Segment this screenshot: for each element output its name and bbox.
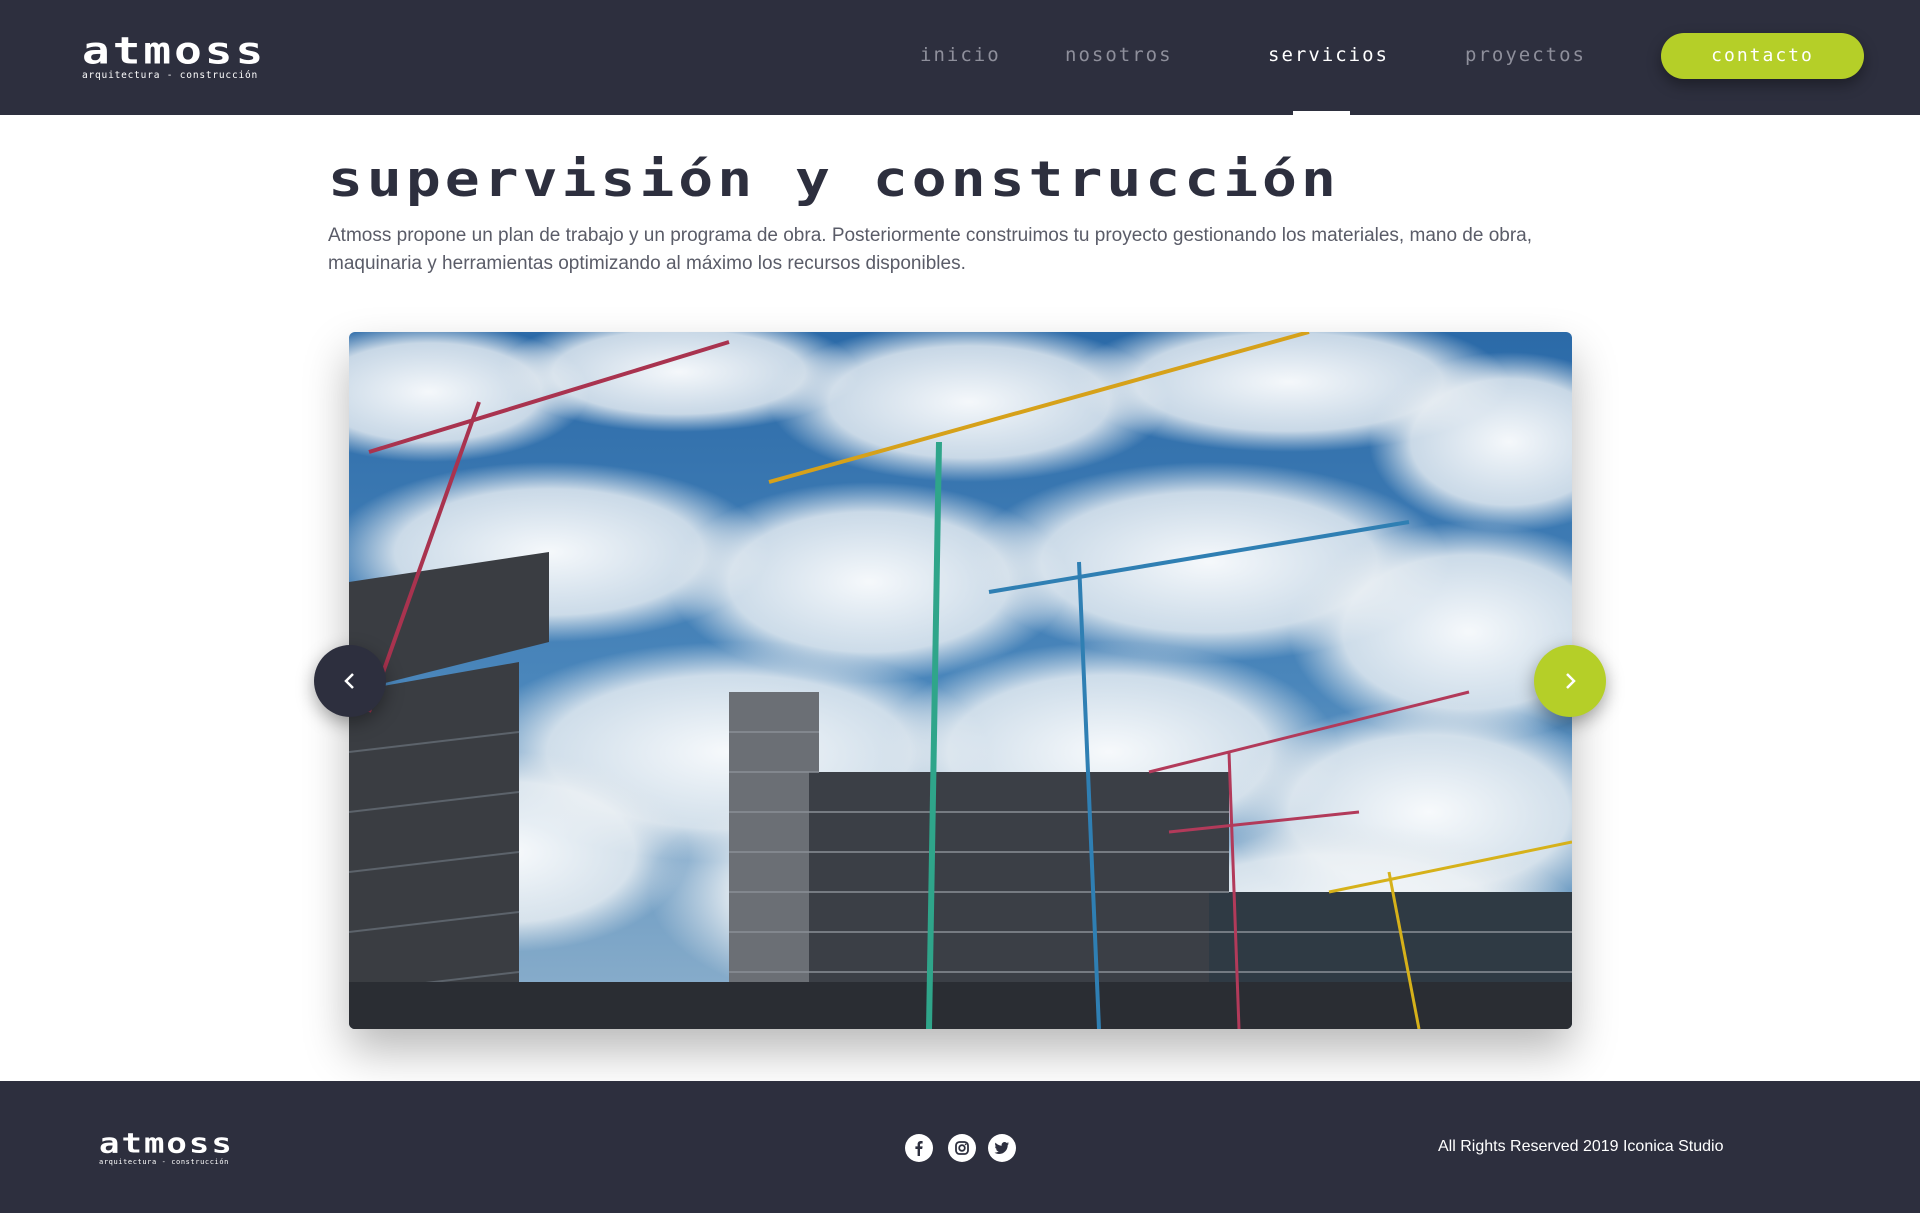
page-title: supervisión y construcción xyxy=(328,150,1340,208)
nav-item-inicio[interactable]: inicio xyxy=(920,44,1001,66)
image-slider[interactable] xyxy=(349,332,1572,1029)
logo-wordmark: atmoss xyxy=(82,28,267,73)
twitter-link[interactable] xyxy=(988,1134,1016,1162)
chevron-left-icon xyxy=(344,673,354,689)
site-header: atmoss arquitectura - construcción inici… xyxy=(0,0,1920,115)
slider-next-button[interactable] xyxy=(1534,645,1606,717)
slider-prev-button[interactable] xyxy=(314,645,386,717)
active-nav-indicator xyxy=(1293,111,1350,115)
site-footer: atmoss arquitectura - construcción All R… xyxy=(0,1081,1920,1213)
twitter-icon xyxy=(994,1142,1009,1154)
copyright-text: All Rights Reserved 2019 Iconica Studio xyxy=(1438,1138,1724,1155)
chevron-right-icon xyxy=(1566,673,1576,689)
page-description: Atmoss propone un plan de trabajo y un p… xyxy=(328,225,1533,274)
nav-item-servicios[interactable]: servicios xyxy=(1268,44,1389,66)
facebook-icon xyxy=(915,1141,923,1156)
instagram-icon xyxy=(955,1141,969,1155)
instagram-link[interactable] xyxy=(948,1134,976,1162)
nav-item-nosotros[interactable]: nosotros xyxy=(1065,44,1173,66)
nav-item-proyectos[interactable]: proyectos xyxy=(1465,44,1586,66)
contact-button[interactable]: contacto xyxy=(1661,33,1864,79)
footer-logo-wordmark: atmoss xyxy=(99,1126,234,1160)
construction-cranes-photo xyxy=(349,332,1572,1029)
brand-logo[interactable]: atmoss arquitectura - construcción xyxy=(82,28,308,86)
facebook-link[interactable] xyxy=(905,1134,933,1162)
footer-logo[interactable]: atmoss arquitectura - construcción xyxy=(99,1126,267,1171)
